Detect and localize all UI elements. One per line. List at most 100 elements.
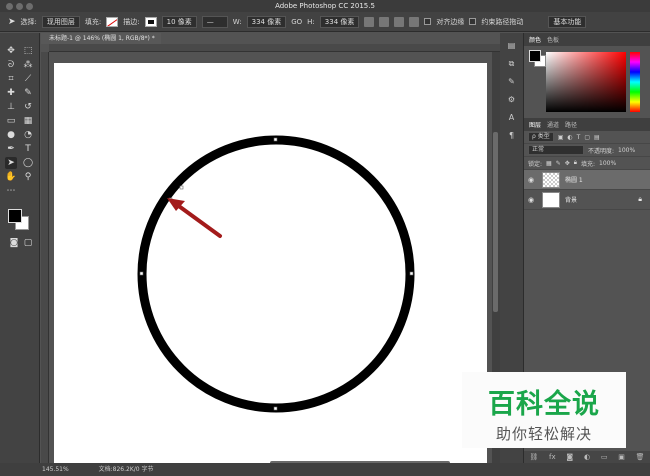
group-icon[interactable]: ▭	[601, 453, 608, 461]
tab-layers[interactable]: 图层	[529, 120, 541, 129]
marquee-tool-icon[interactable]: ⬚	[22, 45, 34, 57]
ellipse-shape[interactable]	[137, 135, 415, 413]
eraser-tool-icon[interactable]: ▭	[5, 115, 17, 127]
zoom-tool-icon[interactable]: ⚲	[22, 171, 34, 183]
link-dimensions-icon[interactable]: GO	[291, 18, 302, 26]
history-panel-icon[interactable]: ▤	[507, 41, 517, 51]
fill-value[interactable]: 100%	[599, 160, 616, 167]
canvas-area[interactable]	[49, 52, 492, 463]
move-tool-icon[interactable]: ✥	[5, 45, 17, 57]
height-field[interactable]: 334 像素	[319, 15, 360, 28]
select-dropdown[interactable]: 现用图层	[41, 15, 80, 28]
layer-row-ellipse[interactable]: ◉ 椭圆 1	[524, 170, 650, 190]
pen-tool-icon[interactable]: ✒	[5, 143, 17, 155]
brush-tool-icon[interactable]: ✎	[22, 87, 34, 99]
vertical-scroll-thumb[interactable]	[493, 132, 498, 312]
move-tool-indicator-icon[interactable]: ➤	[8, 17, 16, 27]
blur-tool-icon[interactable]: ●	[5, 129, 17, 141]
magic-wand-tool-icon[interactable]: ⁂	[22, 59, 34, 71]
gradient-tool-icon[interactable]: ▦	[22, 115, 34, 127]
lock-position-icon[interactable]: ✥	[565, 160, 570, 167]
filter-adjust-icon[interactable]: ◐	[567, 134, 572, 141]
properties-panel-icon[interactable]: ⧉	[507, 59, 517, 69]
tab-swatches[interactable]: 色板	[547, 35, 559, 44]
quick-mask-icon[interactable]: ◙	[8, 237, 20, 249]
path-operations-icon[interactable]	[364, 16, 375, 27]
lock-all-icon[interactable]: 🔒︎	[574, 159, 577, 167]
minimize-window-button[interactable]	[16, 3, 23, 10]
blend-mode-dropdown[interactable]: 正常	[528, 145, 584, 155]
document-tab[interactable]: 未标题-1 @ 146% (椭圆 1, RGB/8*) *	[41, 33, 161, 44]
filter-pixel-icon[interactable]: ▣	[558, 134, 564, 141]
workspace-dropdown[interactable]: 基本功能	[548, 15, 587, 28]
layers-panel-tabs: 图层 通道 路径	[524, 118, 650, 131]
hue-slider[interactable]	[630, 52, 640, 112]
tools-panel: ✥ ⬚ ᘐ ⁂ ⌗ ⟋ ✚ ✎ ⊥ ↺ ▭ ▦ ● ◔ ✒ T ➤ ◯ ✋ ⚲ …	[0, 33, 40, 463]
width-field[interactable]: 334 像素	[246, 15, 287, 28]
lasso-tool-icon[interactable]: ᘐ	[5, 59, 17, 71]
screen-mode-icon[interactable]: ▢	[22, 237, 34, 249]
layer-row-background[interactable]: ◉ 背景 🔒︎	[524, 190, 650, 210]
tab-paths[interactable]: 路径	[565, 120, 577, 129]
trash-icon[interactable]: 🗑︎	[636, 453, 645, 461]
layer-filter-dropdown[interactable]: ρ 类型	[528, 132, 554, 142]
adjustment-icon[interactable]: ◐	[584, 453, 590, 461]
ellipse-tool-icon[interactable]: ◯	[22, 157, 34, 169]
zoom-window-button[interactable]	[26, 3, 33, 10]
path-selection-tool-icon[interactable]: ➤	[5, 157, 17, 169]
document-size[interactable]: 文档:826.2K/0 字节	[99, 466, 154, 473]
new-layer-icon[interactable]: ▣	[618, 453, 625, 461]
tab-color[interactable]: 颜色	[529, 35, 541, 44]
fill-swatch[interactable]	[106, 16, 119, 27]
anchor-point-1	[179, 185, 184, 190]
hand-tool-icon[interactable]: ✋	[5, 171, 17, 183]
healing-brush-tool-icon[interactable]: ✚	[5, 87, 17, 99]
eyedropper-tool-icon[interactable]: ⟋	[22, 73, 34, 85]
clone-stamp-tool-icon[interactable]: ⊥	[5, 101, 17, 113]
layer-thumbnail	[542, 171, 560, 188]
path-arrangement-icon[interactable]	[394, 16, 405, 27]
stroke-width-dropdown[interactable]: 10 像素	[161, 15, 197, 28]
eye-icon[interactable]: ◉	[528, 196, 537, 204]
lock-pixels-icon[interactable]: ▦	[546, 160, 552, 167]
align-edges-checkbox[interactable]	[424, 18, 432, 25]
mask-icon[interactable]: ◙	[566, 453, 573, 461]
gear-icon[interactable]	[409, 16, 420, 27]
color-picker-field[interactable]	[546, 52, 626, 112]
lock-paint-icon[interactable]: ✎	[556, 160, 561, 167]
character-panel-icon[interactable]: A	[507, 113, 517, 123]
history-brush-tool-icon[interactable]: ↺	[22, 101, 34, 113]
link-icon[interactable]: ⛓	[529, 453, 538, 461]
adjustments-panel-icon[interactable]: ⚙	[507, 95, 517, 105]
spacer-icon	[22, 185, 34, 197]
stroke-swatch[interactable]	[144, 16, 157, 27]
brush-panel-icon[interactable]: ✎	[507, 77, 517, 87]
fill-label: 填充:	[580, 160, 595, 168]
eye-icon[interactable]: ◉	[528, 176, 537, 184]
layer-filter-row: ρ 类型 ▣ ◐ T ▢ ▤	[524, 131, 650, 144]
zoom-level[interactable]: 145.51%	[42, 466, 69, 473]
filter-type-icon[interactable]: T	[577, 134, 581, 141]
fx-icon[interactable]: fx	[549, 453, 556, 461]
type-tool-icon[interactable]: T	[22, 143, 34, 155]
path-alignment-icon[interactable]	[379, 16, 390, 27]
tab-channels[interactable]: 通道	[547, 120, 559, 129]
more-tools-icon[interactable]: ⋯	[5, 185, 17, 197]
constrain-path-checkbox[interactable]	[469, 18, 477, 25]
color-panel-foreground-swatch[interactable]	[529, 50, 541, 62]
height-label: H:	[307, 17, 315, 26]
stroke-type-dropdown[interactable]: —	[201, 15, 228, 28]
layers-bottom-bar: ⛓ fx ◙ ◐ ▭ ▣ 🗑︎	[524, 451, 650, 463]
paragraph-panel-icon[interactable]: ¶	[507, 131, 517, 141]
layer-name[interactable]: 背景	[565, 195, 577, 204]
crop-tool-icon[interactable]: ⌗	[5, 73, 17, 85]
color-swatches[interactable]	[8, 209, 34, 233]
layer-name[interactable]: 椭圆 1	[565, 175, 583, 184]
document-canvas[interactable]	[54, 63, 487, 463]
dodge-tool-icon[interactable]: ◔	[22, 129, 34, 141]
close-window-button[interactable]	[6, 3, 13, 10]
filter-shape-icon[interactable]: ▢	[584, 134, 590, 141]
opacity-value[interactable]: 100%	[618, 147, 635, 154]
foreground-color-swatch[interactable]	[8, 209, 22, 223]
filter-smart-icon[interactable]: ▤	[594, 134, 600, 141]
